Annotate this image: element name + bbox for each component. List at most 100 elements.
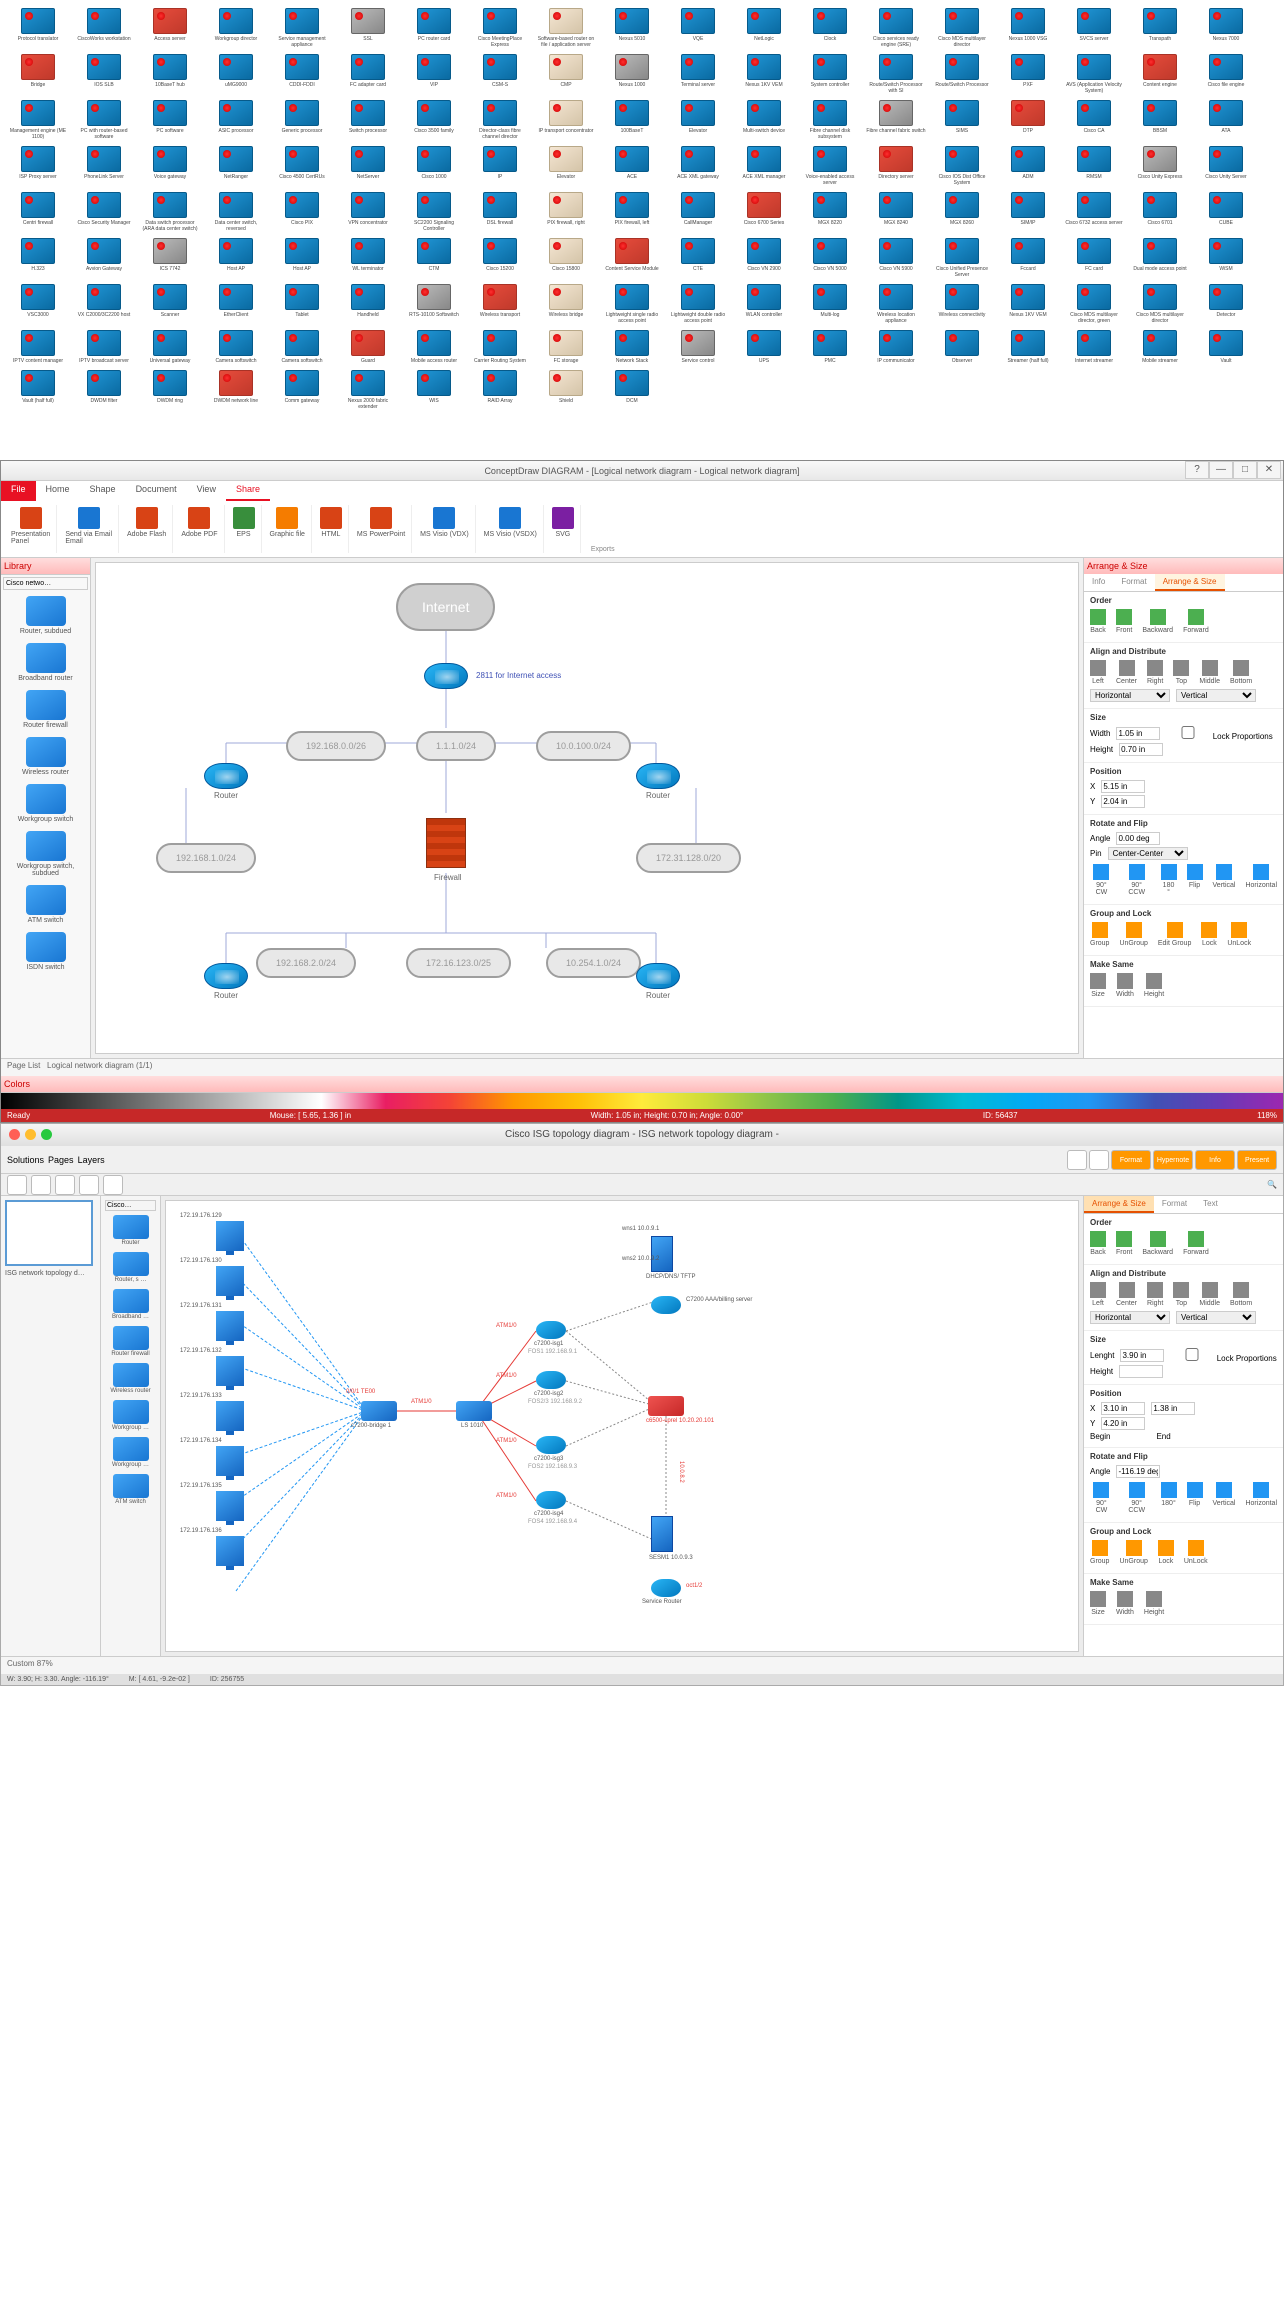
- minimize-icon[interactable]: —: [1209, 461, 1233, 479]
- palette-item[interactable]: Internet streamer: [1064, 330, 1124, 364]
- ungroup-button[interactable]: UnGroup: [1119, 922, 1147, 947]
- palette-item[interactable]: DWDM network line: [206, 370, 266, 410]
- palette-item[interactable]: Workgroup director: [206, 8, 266, 48]
- present-button[interactable]: Present: [1237, 1150, 1277, 1170]
- palette-item[interactable]: 100BaseT: [602, 100, 662, 140]
- palette-item[interactable]: Management engine (ME 1100): [8, 100, 68, 140]
- mac-diagram-canvas[interactable]: 172.19.176.129172.19.176.130172.19.176.1…: [165, 1200, 1079, 1652]
- right-button[interactable]: Right: [1147, 660, 1163, 685]
- palette-item[interactable]: PIX firewall, left: [602, 192, 662, 232]
- props-tab-format[interactable]: Format: [1113, 574, 1154, 591]
- router-right[interactable]: [636, 763, 680, 789]
- palette-item[interactable]: Nexus 2000 fabric extender: [338, 370, 398, 410]
- palette-item[interactable]: Bridge: [8, 54, 68, 94]
- unlock-button[interactable]: UnLock: [1184, 1540, 1208, 1565]
- palette-item[interactable]: Route/Switch Processor: [932, 54, 992, 94]
- top-button[interactable]: Top: [1173, 1282, 1189, 1307]
- palette-item[interactable]: ACE XML gateway: [668, 146, 728, 186]
- page-list-label[interactable]: Page List: [7, 1061, 40, 1070]
- help-icon[interactable]: ?: [1185, 461, 1209, 479]
- palette-item[interactable]: Cisco MeetingPlace Express: [470, 8, 530, 48]
- zoom-menu-icon[interactable]: 🔍: [1267, 1180, 1277, 1189]
- palette-item[interactable]: ACE XML manager: [734, 146, 794, 186]
- middle-button[interactable]: Middle: [1199, 660, 1220, 685]
- palette-item[interactable]: ACE: [602, 146, 662, 186]
- palette-item[interactable]: Centri firewall: [8, 192, 68, 232]
- palette-item[interactable]: VQE: [668, 8, 728, 48]
- library-item[interactable]: Broadband router: [5, 643, 86, 682]
- palette-item[interactable]: Multi-switch device: [734, 100, 794, 140]
- -cw-button[interactable]: 90° CW: [1090, 864, 1113, 896]
- angle-input[interactable]: [1116, 832, 1160, 845]
- palette-item[interactable]: WL terminator: [338, 238, 398, 278]
- bottom-button[interactable]: Bottom: [1230, 660, 1252, 685]
- mac-props-tab-text[interactable]: Text: [1195, 1196, 1226, 1213]
- palette-item[interactable]: DCM: [602, 370, 662, 410]
- library-item[interactable]: Router, subdued: [5, 596, 86, 635]
- subnet-cloud-6[interactable]: 192.168.2.0/24: [256, 948, 356, 978]
- mac-library-item[interactable]: Wireless router: [105, 1363, 156, 1394]
- lock-button[interactable]: Lock: [1201, 922, 1217, 947]
- tab-shape[interactable]: Shape: [80, 481, 126, 501]
- palette-item[interactable]: Elevator: [536, 146, 596, 186]
- palette-item[interactable]: Cisco 1000: [404, 146, 464, 186]
- palette-item[interactable]: Wireless bridge: [536, 284, 596, 324]
- palette-item[interactable]: Streamer (half full): [998, 330, 1058, 364]
- mac-lib-dropdown[interactable]: Cisco…: [105, 1200, 156, 1211]
- cprel-switch[interactable]: [648, 1396, 684, 1416]
- palette-item[interactable]: CSM-S: [470, 54, 530, 94]
- tab-home[interactable]: Home: [36, 481, 80, 501]
- router-bottom-left[interactable]: [204, 963, 248, 989]
- palette-item[interactable]: PIX firewall, right: [536, 192, 596, 232]
- v-distribute-select[interactable]: Vertical: [1176, 689, 1256, 702]
- text-tool-icon[interactable]: [103, 1175, 123, 1195]
- palette-item[interactable]: Cisco file engine: [1196, 54, 1256, 94]
- ribbon-graphic file-button[interactable]: Graphic file: [264, 505, 312, 553]
- palette-item[interactable]: Data center switch, reversed: [206, 192, 266, 232]
- palette-item[interactable]: PMC: [800, 330, 860, 364]
- palette-item[interactable]: Cisco IOS Dist Office System: [932, 146, 992, 186]
- isg-router[interactable]: [536, 1371, 566, 1389]
- ribbon-ms visio (vdx)-button[interactable]: MS Visio (VDX): [414, 505, 476, 553]
- mac-library-item[interactable]: ATM switch: [105, 1474, 156, 1505]
- -ccw-button[interactable]: 90° CCW: [1123, 1482, 1151, 1514]
- palette-item[interactable]: 10BaseT hub: [140, 54, 200, 94]
- palette-item[interactable]: Content Service Module: [602, 238, 662, 278]
- palette-item[interactable]: Multi-log: [800, 284, 860, 324]
- h-distribute-select[interactable]: Horizontal: [1090, 689, 1170, 702]
- center-button[interactable]: Center: [1116, 1282, 1137, 1307]
- palette-item[interactable]: Voice gateway: [140, 146, 200, 186]
- width-button[interactable]: Width: [1116, 1591, 1134, 1616]
- palette-item[interactable]: MGX 8260: [932, 192, 992, 232]
- mac-props-tab-arrange[interactable]: Arrange & Size: [1084, 1196, 1154, 1213]
- palette-item[interactable]: NetRanger: [206, 146, 266, 186]
- palette-item[interactable]: ASIC processor: [206, 100, 266, 140]
- palette-item[interactable]: Mobile access router: [404, 330, 464, 364]
- x-input[interactable]: [1101, 780, 1145, 793]
- palette-item[interactable]: Cisco VN 2900: [734, 238, 794, 278]
- palette-item[interactable]: Cisco 3500 family: [404, 100, 464, 140]
- mac-zoom-label[interactable]: Custom 87%: [7, 1659, 53, 1668]
- palette-item[interactable]: CUBE: [1196, 192, 1256, 232]
- palette-item[interactable]: Data switch processor (ARA data center s…: [140, 192, 200, 232]
- library-dropdown[interactable]: Cisco netwo…: [3, 577, 88, 590]
- palette-item[interactable]: uMG9000: [206, 54, 266, 94]
- palette-item[interactable]: Cisco VN 5900: [866, 238, 926, 278]
- palette-item[interactable]: IP transport concentrator: [536, 100, 596, 140]
- palette-item[interactable]: Protocol translator: [8, 8, 68, 48]
- unlock-button[interactable]: UnLock: [1227, 922, 1251, 947]
- palette-item[interactable]: Camera softswitch: [272, 330, 332, 364]
- ribbon-adobe flash-button[interactable]: Adobe Flash: [121, 505, 173, 553]
- palette-item[interactable]: Cisco PIX: [272, 192, 332, 232]
- workstation[interactable]: [216, 1446, 244, 1476]
- palette-item[interactable]: Lightweight double radio access point: [668, 284, 728, 324]
- subnet-cloud-5[interactable]: 172.31.128.0/20: [636, 843, 741, 873]
- palette-item[interactable]: AVS (Application Velocity System): [1064, 54, 1124, 94]
- palette-item[interactable]: Cisco services ready engine (SRE): [866, 8, 926, 48]
- forward-button[interactable]: Forward: [1183, 609, 1209, 634]
- palette-item[interactable]: ICS 7742: [140, 238, 200, 278]
- palette-item[interactable]: Cisco 15200: [470, 238, 530, 278]
- height-button[interactable]: Height: [1144, 973, 1164, 998]
- router-2811[interactable]: [424, 663, 468, 689]
- lock-proportions-checkbox[interactable]: [1166, 726, 1210, 739]
